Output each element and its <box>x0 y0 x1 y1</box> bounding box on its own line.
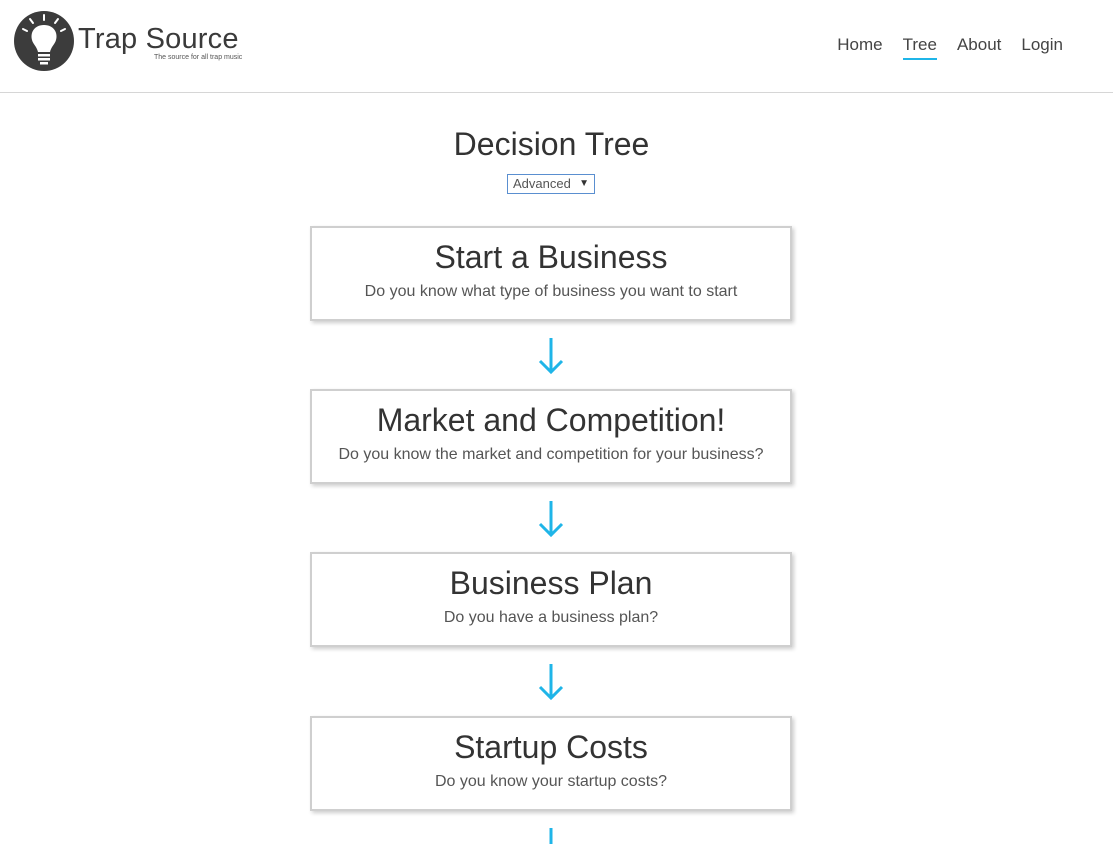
step-title: Startup Costs <box>454 729 648 765</box>
main-nav: Home Tree About Login <box>837 35 1063 60</box>
step-title: Market and Competition! <box>376 402 726 438</box>
step-question: Do you know what type of business you wa… <box>364 283 738 300</box>
site-header: Trap Source The source for all trap musi… <box>0 0 1113 93</box>
nav-about[interactable]: About <box>957 35 1001 60</box>
step-card-business-plan[interactable]: Business Plan Do you have a business pla… <box>310 552 792 647</box>
step-title: Business Plan <box>449 565 653 601</box>
step-title: Start a Business <box>434 239 668 275</box>
nav-login[interactable]: Login <box>1021 35 1063 60</box>
caret-down-icon: ▼ <box>579 178 589 189</box>
brand-tagline: The source for all trap music <box>154 54 243 61</box>
arrow-down-icon <box>538 664 564 701</box>
step-question: Do you have a business plan? <box>443 609 659 626</box>
page-title: Decision Tree <box>453 126 650 162</box>
logo[interactable]: Trap Source The source for all trap musi… <box>14 11 259 73</box>
step-question: Do you know your startup costs? <box>434 773 668 790</box>
arrow-down-icon <box>549 828 553 844</box>
mode-select[interactable]: Advanced ▼ <box>507 174 595 194</box>
step-question: Do you know the market and competition f… <box>338 446 764 463</box>
step-card-startup-costs[interactable]: Startup Costs Do you know your startup c… <box>310 716 792 811</box>
brand-name: Trap Source <box>78 23 239 55</box>
lightbulb-icon <box>14 11 74 71</box>
arrow-down-icon <box>538 338 564 375</box>
arrow-down-icon <box>538 501 564 538</box>
mode-select-value: Advanced <box>513 176 571 191</box>
step-card-market-competition[interactable]: Market and Competition! Do you know the … <box>310 389 792 484</box>
step-card-start-business[interactable]: Start a Business Do you know what type o… <box>310 226 792 321</box>
nav-tree[interactable]: Tree <box>902 35 937 60</box>
nav-home[interactable]: Home <box>837 35 882 60</box>
